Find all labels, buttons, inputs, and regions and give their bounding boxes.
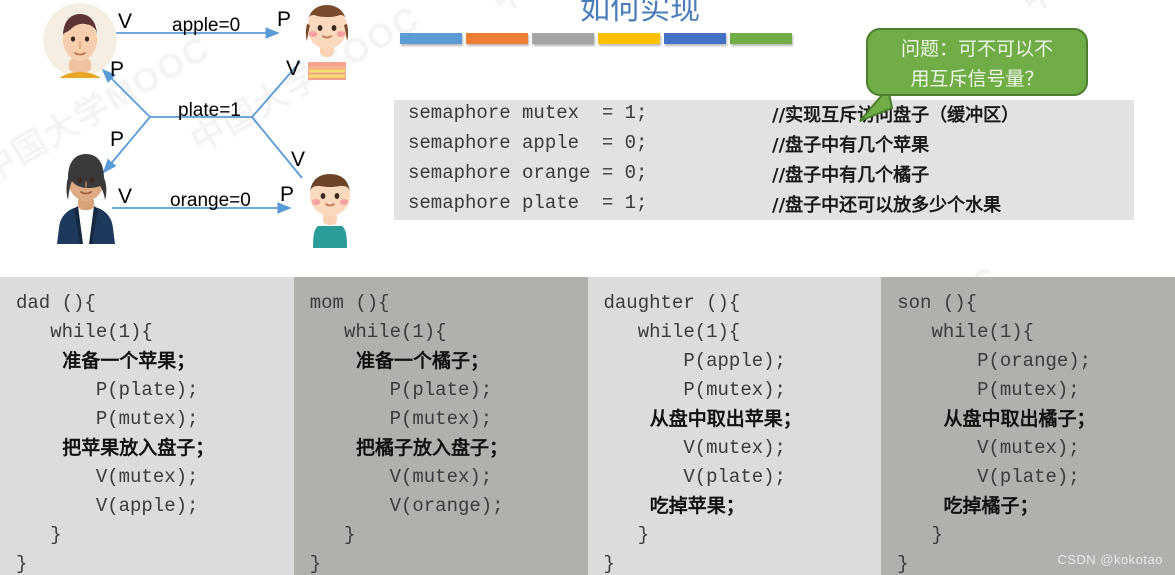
code-line: } (603, 524, 650, 546)
edge-label-plate: plate=1 (178, 100, 241, 121)
avatar-son (298, 168, 362, 253)
op-label-daughter-v: V (286, 57, 301, 80)
semaphore-row: semaphore orange = 0; //盘子中有几个橘子 (394, 160, 1134, 190)
code-line: V(mutex); (16, 466, 199, 488)
code-line: } (603, 553, 615, 575)
semaphore-comment: //盘子中还可以放多少个水果 (772, 195, 1002, 216)
code-line: } (309, 524, 356, 546)
color-bar (598, 33, 660, 44)
page-title: 如何实现 (580, 0, 700, 27)
color-bar (532, 33, 594, 44)
code-panel-son: son (){ while(1){ P(orange); P(mutex); 从… (881, 277, 1175, 575)
code-panel-daughter: daughter (){ while(1){ P(apple); P(mutex… (587, 277, 882, 575)
code-line: V(plate); (897, 466, 1080, 488)
code-line: } (16, 524, 62, 546)
code-line: 把苹果放入盘子； (16, 437, 215, 459)
code-line: 吃掉苹果； (603, 495, 745, 517)
code-line: P(plate); (309, 379, 493, 401)
code-panel-mom: mom (){ while(1){ 准备一个橘子； P(plate); P(mu… (293, 277, 588, 575)
semaphore-code: semaphore orange = 0; (408, 162, 648, 184)
code-line: mom (){ (309, 292, 390, 314)
code-line: V(mutex); (897, 437, 1080, 459)
code-line: P(mutex); (603, 379, 786, 401)
code-line: dad (){ (16, 292, 96, 314)
code-line: } (16, 553, 28, 575)
semaphore-comment: //盘子中有几个橘子 (772, 165, 930, 186)
avatar-daughter (294, 0, 360, 87)
op-label-daughter-p: P (277, 8, 292, 31)
code-line: 把橘子放入盘子； (309, 437, 509, 459)
code-line: 准备一个苹果； (16, 350, 196, 372)
code-line: while(1){ (16, 321, 153, 343)
semaphore-code: semaphore mutex = 1; (408, 102, 648, 124)
code-line: while(1){ (897, 321, 1035, 343)
code-line: son (){ (897, 292, 978, 314)
code-line: 吃掉橘子； (897, 495, 1039, 517)
code-line: V(apple); (16, 495, 199, 517)
semaphore-comment: //盘子中有几个苹果 (772, 135, 930, 156)
color-bar (466, 33, 528, 44)
code-line: P(orange); (897, 350, 1092, 372)
process-code-panels: dad (){ while(1){ 准备一个苹果； P(plate); P(mu… (0, 277, 1175, 575)
op-label-son-p: P (280, 183, 295, 206)
code-line: P(mutex); (309, 408, 493, 430)
question-callout: 问题：可不可以不 用互斥信号量？ (866, 28, 1088, 96)
semaphore-code: semaphore apple = 0; (408, 132, 648, 154)
code-line: P(plate); (16, 379, 199, 401)
semaphore-row: semaphore mutex = 1; //实现互斥访问盘子（缓冲区） (394, 100, 1134, 130)
op-label-son-v: V (291, 148, 306, 171)
op-label-mom-p: P (110, 128, 125, 151)
code-line: } (309, 553, 322, 575)
code-line: 从盘中取出橘子； (897, 408, 1096, 430)
avatar-dad (42, 2, 118, 83)
edge-label-apple: apple=0 (172, 15, 241, 36)
color-bar (664, 33, 726, 44)
csdn-watermark: CSDN @kokotao (1057, 552, 1163, 567)
color-bar (730, 33, 792, 44)
op-label-dad-p: P (110, 58, 125, 81)
code-line: P(apple); (603, 350, 786, 372)
color-bar-strip (400, 33, 792, 45)
producer-consumer-diagram: V P P V P V V P apple=0 plate=1 orange=0 (0, 0, 390, 252)
code-line: } (897, 524, 943, 546)
semaphore-declaration-block: semaphore mutex = 1; //实现互斥访问盘子（缓冲区） sem… (394, 100, 1134, 220)
edge-label-orange: orange=0 (170, 190, 251, 211)
semaphore-row: semaphore plate = 1; //盘子中还可以放多少个水果 (394, 190, 1134, 220)
code-line: daughter (){ (603, 292, 741, 314)
code-line: V(mutex); (603, 437, 786, 459)
code-line: while(1){ (603, 321, 741, 343)
semaphore-row: semaphore apple = 0; //盘子中有几个苹果 (394, 130, 1134, 160)
code-line: P(mutex); (897, 379, 1080, 401)
color-bar (400, 33, 462, 44)
avatar-mom (48, 148, 124, 249)
code-line: V(mutex); (309, 466, 493, 488)
semaphore-code: semaphore plate = 1; (408, 192, 648, 214)
code-line: 从盘中取出苹果； (603, 408, 802, 430)
code-line: 准备一个橘子； (309, 350, 490, 372)
code-line: V(plate); (603, 466, 786, 488)
watermark: 中国大学MOOC (1010, 0, 1175, 22)
code-panel-dad: dad (){ while(1){ 准备一个苹果； P(plate); P(mu… (0, 277, 294, 575)
callout-line-2: 用互斥信号量？ (910, 68, 1044, 90)
code-line: P(mutex); (16, 408, 199, 430)
semaphore-comment: //实现互斥访问盘子（缓冲区） (772, 105, 1020, 126)
code-line: V(orange); (309, 495, 504, 517)
callout-line-1: 问题：可不可以不 (900, 38, 1053, 60)
op-label-mom-v: V (118, 185, 133, 208)
op-label-dad-v: V (118, 10, 133, 33)
code-line: while(1){ (309, 321, 447, 343)
